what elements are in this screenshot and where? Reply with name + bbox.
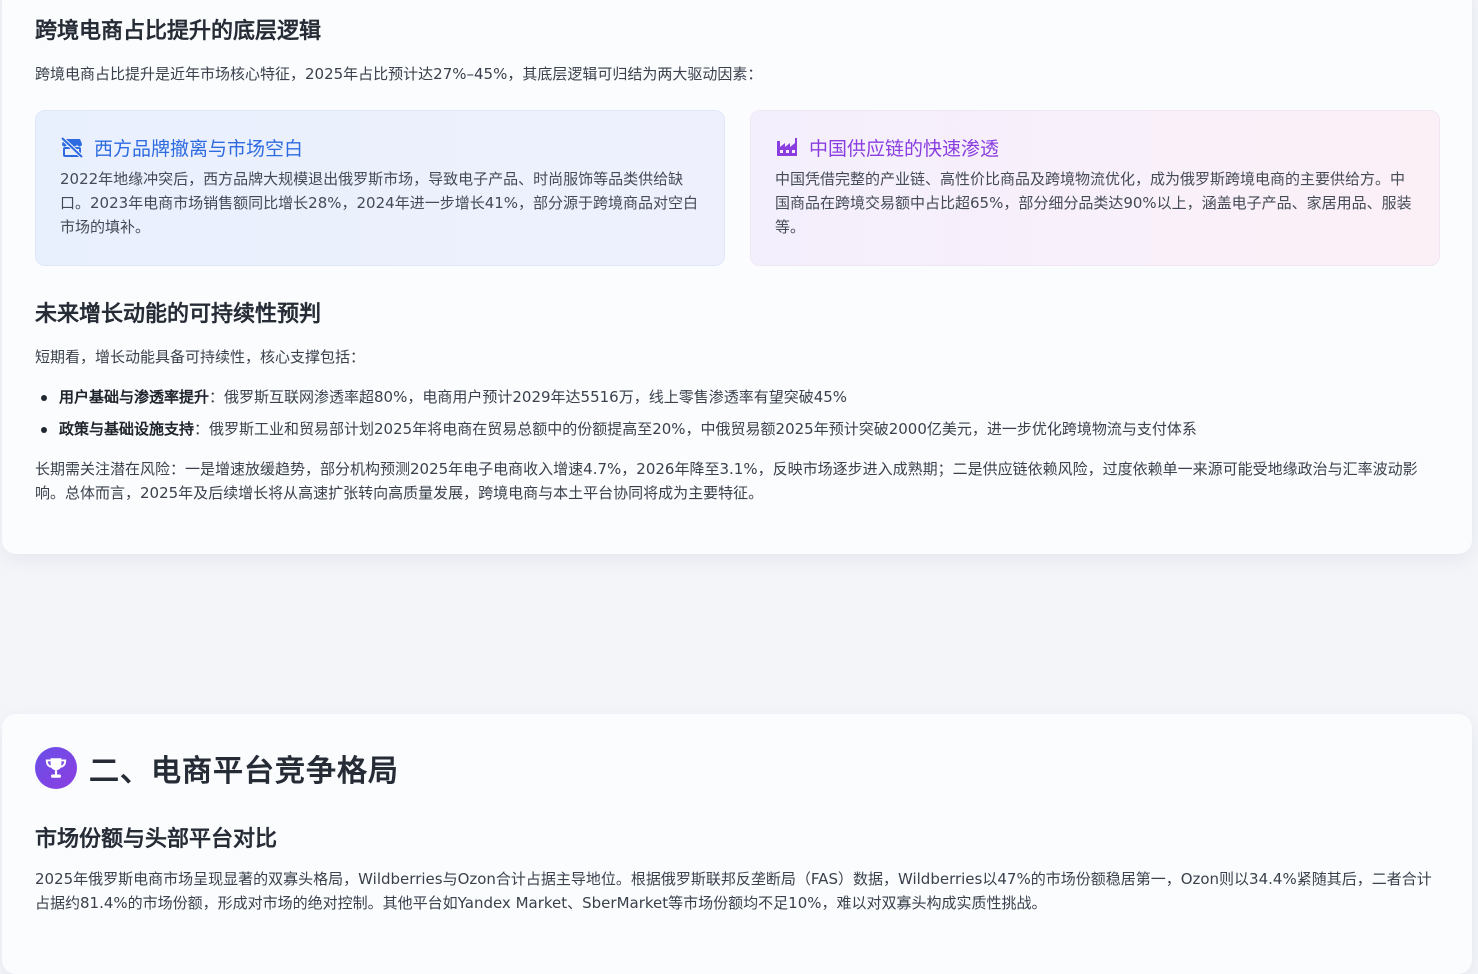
card-china-title: 中国供应链的快速渗透 (809, 137, 1000, 160)
heading-future-growth: 未来增长动能的可持续性预判 (35, 302, 322, 327)
list-item: 用户基础与渗透率提升：俄罗斯互联网渗透率超80%，电商用户预计2029年达551… (35, 385, 1197, 417)
intro-paragraph: 跨境电商占比提升是近年市场核心特征，2025年占比预计达27%–45%，其底层逻… (35, 65, 763, 83)
long-term-risk-paragraph: 长期需关注潜在风险：一是增速放缓趋势，部分机构预测2025年电子电商收入增速4.… (35, 460, 1418, 502)
growth-support-list: 用户基础与渗透率提升：俄罗斯互联网渗透率超80%，电商用户预计2029年达551… (35, 385, 1197, 449)
store-slash-icon (60, 135, 84, 159)
card-western-text: 2022年地缘冲突后，西方品牌大规模退出俄罗斯市场，导致电子产品、时尚服饰等品类… (60, 170, 699, 236)
card-western-title: 西方品牌撤离与市场空白 (94, 137, 304, 160)
content-card-competition: 二、电商平台竞争格局 市场份额与头部平台对比 2025年俄罗斯电商市场呈现显著的… (2, 714, 1472, 974)
card-western-brands-exit: 西方品牌撤离与市场空白 2022年地缘冲突后，西方品牌大规模退出俄罗斯市场，导致… (35, 110, 725, 266)
content-card-logic: 跨境电商占比提升的底层逻辑 跨境电商占比提升是近年市场核心特征，2025年占比预… (2, 0, 1472, 554)
factory-icon (775, 135, 799, 159)
heading-cross-border-logic: 跨境电商占比提升的底层逻辑 (35, 19, 322, 44)
list-item-text: ：俄罗斯工业和贸易部计划2025年将电商在贸易总额中的份额提高至20%，中俄贸易… (194, 420, 1197, 438)
card-western-title-row: 西方品牌撤离与市场空白 (60, 133, 700, 161)
card-china-supply-chain: 中国供应链的快速渗透 中国凭借完整的产业链、高性价比商品及跨境物流优化，成为俄罗… (750, 110, 1440, 266)
market-share-paragraph: 2025年俄罗斯电商市场呈现显著的双寡头格局，Wildberries与Ozon合… (35, 870, 1432, 912)
heading-market-share: 市场份额与头部平台对比 (35, 827, 278, 852)
card-china-title-row: 中国供应链的快速渗透 (775, 133, 1415, 161)
trophy-icon (35, 747, 77, 789)
list-item: 政策与基础设施支持：俄罗斯工业和贸易部计划2025年将电商在贸易总额中的份额提高… (35, 417, 1197, 449)
card-china-text: 中国凭借完整的产业链、高性价比商品及跨境物流优化，成为俄罗斯跨境电商的主要供给方… (775, 170, 1412, 236)
short-term-paragraph: 短期看，增长动能具备可持续性，核心支撑包括： (35, 348, 366, 366)
list-item-label: 用户基础与渗透率提升 (59, 388, 210, 406)
section-title: 二、电商平台竞争格局 (89, 754, 399, 789)
section-title-row: 二、电商平台竞争格局 (35, 746, 399, 790)
list-item-text: ：俄罗斯互联网渗透率超80%，电商用户预计2029年达5516万，线上零售渗透率… (209, 388, 848, 406)
list-item-label: 政策与基础设施支持 (59, 420, 195, 438)
